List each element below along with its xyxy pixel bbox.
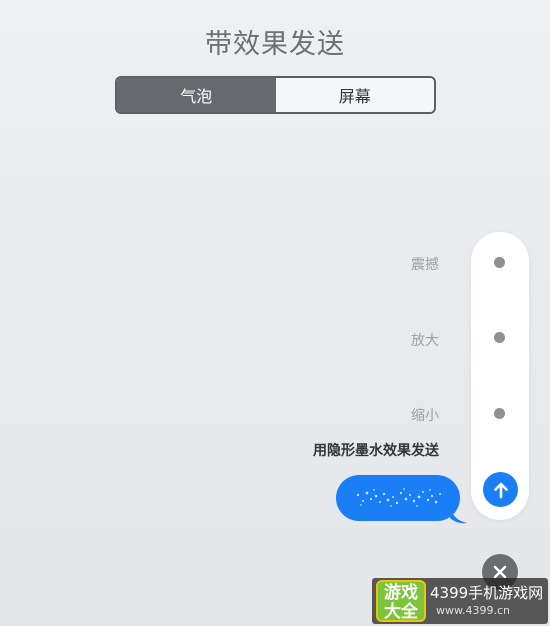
effect-radio-loud[interactable] [494, 332, 505, 343]
arrow-up-icon [493, 482, 508, 498]
watermark-site-name: 4399手机游戏网 [430, 584, 544, 602]
selected-effect-hint: 用隐形墨水效果发送 [313, 443, 439, 459]
watermark-logo: 游戏 大全 [376, 580, 426, 622]
effect-type-segmented-control: 气泡 屏幕 [115, 76, 436, 114]
effect-radio-slam[interactable] [494, 257, 505, 268]
tab-screen[interactable]: 屏幕 [275, 78, 434, 112]
effect-selector-panel [471, 232, 529, 520]
effect-label-gentle[interactable]: 缩小 [411, 405, 439, 425]
page-title: 带效果发送 [205, 29, 345, 60]
watermark-logo-line1: 游戏 [384, 583, 418, 603]
effect-radio-gentle[interactable] [494, 408, 505, 419]
watermark-site-url: www.4399.cn [436, 604, 510, 617]
invisible-ink-particles [356, 488, 441, 507]
effect-label-loud[interactable]: 放大 [411, 330, 439, 350]
bubble-tail [450, 506, 467, 524]
invisible-ink-message-bubble [336, 475, 460, 521]
tab-bubble[interactable]: 气泡 [117, 78, 276, 112]
effect-label-slam[interactable]: 震撼 [411, 254, 439, 274]
site-watermark: 游戏 大全 4399手机游戏网 www.4399.cn [372, 578, 548, 624]
watermark-logo-line2: 大全 [384, 602, 418, 622]
send-button[interactable] [483, 472, 518, 507]
